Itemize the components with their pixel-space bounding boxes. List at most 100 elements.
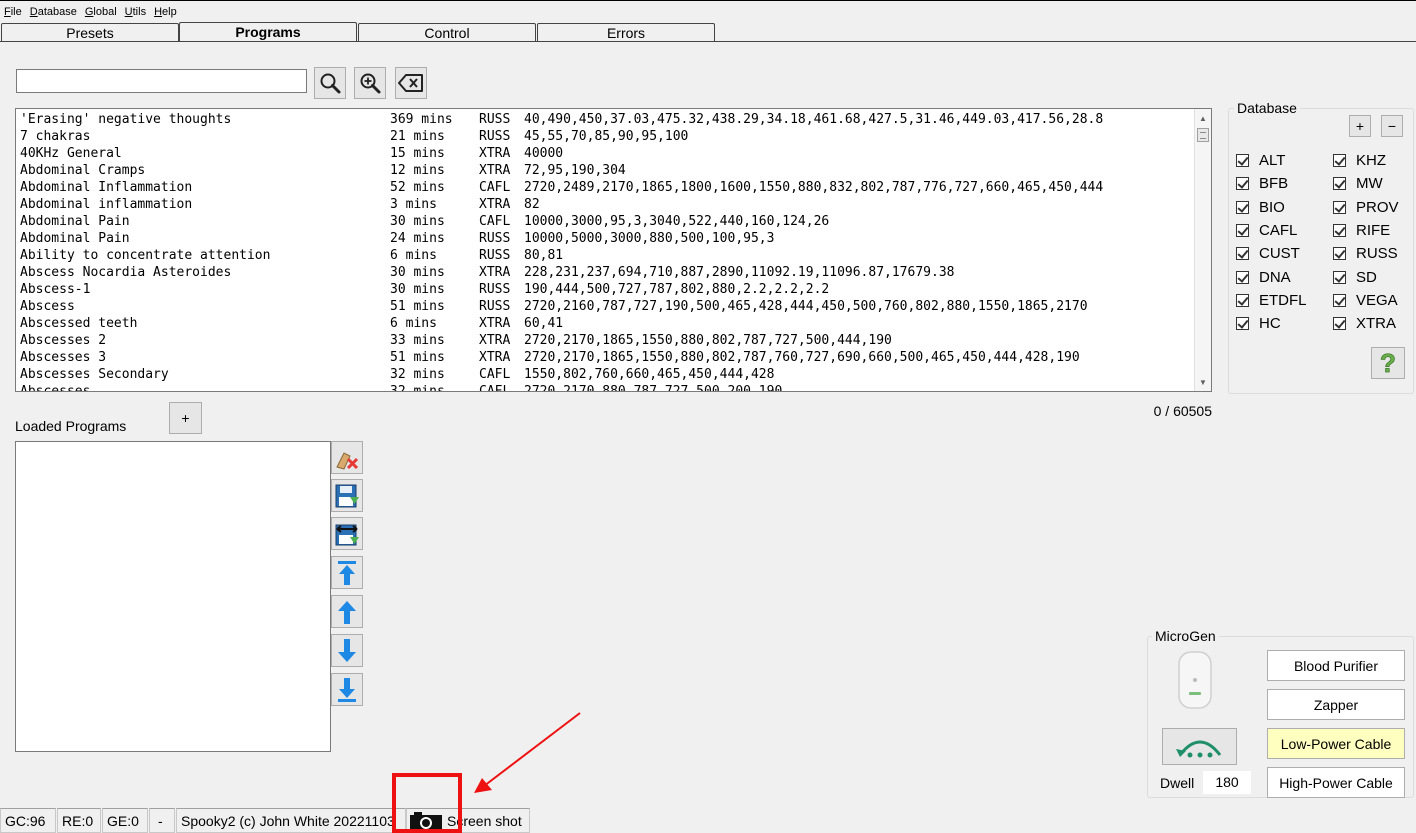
low-power-cable-button[interactable]: Low-Power Cable	[1267, 728, 1405, 759]
program-database: XTRA	[479, 197, 511, 212]
program-row[interactable]: Abscess-1 30 mins RUSS 190,444,500,727,787,…	[16, 281, 1194, 298]
checkbox-icon[interactable]	[1236, 270, 1249, 284]
database-checkbox-mw[interactable]: MW	[1333, 175, 1383, 192]
program-row[interactable]: Abscess Nocardia Asteroides 30 mins XTRA 22…	[16, 264, 1194, 281]
help-button[interactable]: ?	[1371, 347, 1405, 379]
checkbox-icon[interactable]	[1333, 154, 1346, 167]
high-power-cable-button[interactable]: High-Power Cable	[1267, 767, 1405, 798]
menu-utils[interactable]: Utils	[125, 6, 146, 18]
menu-file[interactable]: File	[4, 6, 22, 18]
program-row[interactable]: Abdominal Pain 30 mins CAFL 10000,3000,95,3…	[16, 213, 1194, 230]
database-checkbox-xtra[interactable]: XTRA	[1333, 315, 1396, 332]
program-row[interactable]: 40KHz General 15 mins XTRA 40000	[16, 145, 1194, 162]
program-row[interactable]: Abdominal Pain 24 mins RUSS 10000,5000,3000…	[16, 230, 1194, 247]
program-row[interactable]: Ability to concentrate attention 6 mins RU…	[16, 247, 1194, 264]
cycle-button[interactable]	[1162, 728, 1237, 765]
database-checkbox-rife[interactable]: RIFE	[1333, 222, 1390, 239]
database-checkbox-bio[interactable]: BIO	[1236, 199, 1285, 216]
move-down-button[interactable]	[331, 634, 363, 667]
program-frequencies: 45,55,70,85,90,95,100	[524, 129, 689, 144]
program-duration: 3 mins	[390, 197, 437, 212]
blood-purifier-button[interactable]: Blood Purifier	[1267, 650, 1405, 681]
checkbox-icon[interactable]	[1333, 317, 1346, 331]
checkbox-icon[interactable]	[1236, 200, 1249, 214]
save-loaded-button[interactable]	[331, 479, 363, 512]
database-checkbox-prov[interactable]: PROV	[1333, 199, 1399, 216]
program-row[interactable]: Abscesses Secondary 32 mins CAFL 1550,802,7…	[16, 366, 1194, 383]
program-database: CAFL	[479, 180, 511, 195]
checkbox-icon[interactable]	[1333, 223, 1346, 237]
database-checkbox-cafl[interactable]: CAFL	[1236, 222, 1297, 239]
erase-loaded-button[interactable]	[331, 441, 363, 474]
program-database: RUSS	[479, 231, 511, 246]
tab-presets[interactable]: Presets	[1, 23, 179, 42]
database-checkbox-etdfl[interactable]: ETDFL	[1236, 292, 1307, 309]
program-row[interactable]: Abdominal Cramps 12 mins XTRA 72,95,190,304	[16, 162, 1194, 179]
program-list[interactable]: 'Erasing' negative thoughts 369 mins RUSS 4…	[15, 108, 1212, 392]
database-checkbox-cust[interactable]: CUST	[1236, 245, 1300, 262]
program-name: Abscessed teeth	[20, 316, 138, 331]
search-input[interactable]	[16, 69, 307, 93]
database-checkbox-vega[interactable]: VEGA	[1333, 292, 1398, 309]
database-checkbox-label: DNA	[1259, 268, 1291, 286]
menu-database[interactable]: Database	[30, 6, 77, 18]
checkbox-icon[interactable]	[1236, 247, 1249, 261]
status-re: RE:0	[57, 808, 101, 833]
program-duration: 52 mins	[390, 180, 445, 195]
menu-help[interactable]: Help	[154, 6, 177, 18]
add-loaded-program-button[interactable]: +	[169, 402, 202, 434]
database-checkbox-alt[interactable]: ALT	[1236, 152, 1285, 169]
zapper-button[interactable]: Zapper	[1267, 689, 1405, 720]
tab-errors[interactable]: Errors	[537, 23, 715, 42]
program-row[interactable]: Abscessed teeth 6 mins XTRA 60,41	[16, 315, 1194, 332]
program-row[interactable]: Abscesses 2 33 mins XTRA 2720,2170,1865,155…	[16, 332, 1194, 349]
move-up-button[interactable]	[331, 595, 363, 628]
menu-global[interactable]: Global	[85, 6, 117, 18]
database-checkbox-dna[interactable]: DNA	[1236, 269, 1291, 286]
database-remove-button[interactable]: −	[1381, 115, 1403, 137]
checkbox-icon[interactable]	[1236, 177, 1249, 191]
checkbox-icon[interactable]	[1236, 317, 1249, 331]
program-row[interactable]: Abscesses 32 mins CAFL 2720,2170,880,787,72…	[16, 383, 1194, 391]
clear-search-button[interactable]	[395, 67, 427, 99]
program-row[interactable]: 'Erasing' negative thoughts 369 mins RUSS 4…	[16, 111, 1194, 128]
program-row[interactable]: Abscess 51 mins RUSS 2720,2160,787,727,190,…	[16, 298, 1194, 315]
checkbox-icon[interactable]	[1333, 177, 1346, 191]
checkbox-icon[interactable]	[1236, 223, 1249, 237]
scroll-thumb[interactable]	[1197, 128, 1209, 142]
microgen-title: MicroGen	[1152, 628, 1219, 644]
program-duration: 21 mins	[390, 129, 445, 144]
program-row[interactable]: Abscesses 3 51 mins XTRA 2720,2170,1865,155…	[16, 349, 1194, 366]
checkbox-icon[interactable]	[1333, 247, 1346, 261]
checkbox-icon[interactable]	[1236, 293, 1249, 307]
database-add-button[interactable]: +	[1349, 115, 1371, 137]
program-duration: 12 mins	[390, 163, 445, 178]
program-database: CAFL	[479, 367, 511, 382]
program-row[interactable]: 7 chakras 21 mins RUSS 45,55,70,85,90,95,10…	[16, 128, 1194, 145]
search-button[interactable]	[314, 67, 346, 99]
checkbox-icon[interactable]	[1236, 154, 1249, 167]
scroll-down-arrow-icon[interactable]: ▼	[1195, 374, 1211, 390]
database-checkbox-sd[interactable]: SD	[1333, 269, 1377, 286]
program-list-scrollbar[interactable]: ▲ ▼	[1194, 109, 1211, 391]
database-checkbox-bfb[interactable]: BFB	[1236, 175, 1288, 192]
tab-programs[interactable]: Programs	[179, 22, 357, 42]
loaded-programs-list[interactable]	[15, 441, 331, 752]
arrow-down-icon	[338, 638, 356, 662]
dwell-input[interactable]: 180	[1203, 771, 1251, 794]
checkbox-icon[interactable]	[1333, 293, 1346, 307]
zoom-button[interactable]	[354, 67, 386, 99]
checkbox-icon[interactable]	[1333, 270, 1346, 284]
tab-control[interactable]: Control	[358, 23, 536, 42]
program-row[interactable]: Abdominal Inflammation 52 mins CAFL 2720,24…	[16, 179, 1194, 196]
database-checkbox-khz[interactable]: KHZ	[1333, 152, 1386, 169]
database-checkbox-hc[interactable]: HC	[1236, 315, 1281, 332]
program-duration: 6 mins	[390, 316, 437, 331]
checkbox-icon[interactable]	[1333, 200, 1346, 214]
move-bottom-button[interactable]	[331, 673, 363, 706]
program-row[interactable]: Abdominal inflammation 3 mins XTRA 82	[16, 196, 1194, 213]
move-top-button[interactable]	[331, 556, 363, 589]
save-as-loaded-button[interactable]	[331, 517, 363, 550]
database-checkbox-russ[interactable]: RUSS	[1333, 245, 1398, 262]
scroll-up-arrow-icon[interactable]: ▲	[1195, 110, 1211, 126]
